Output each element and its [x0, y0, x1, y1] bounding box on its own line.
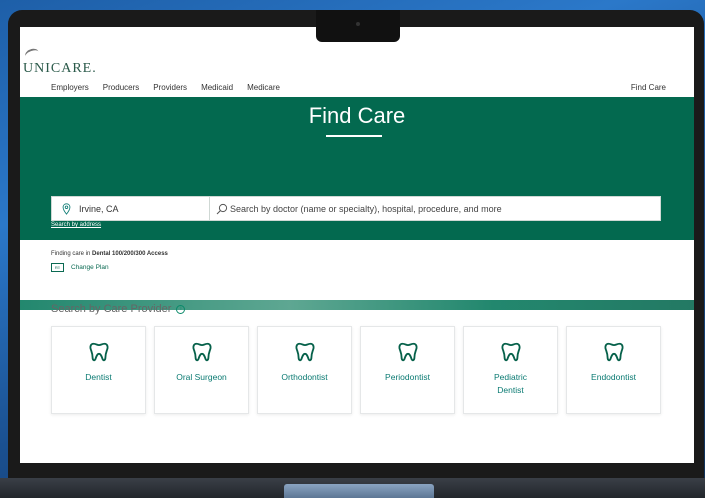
search-placeholder: Search by doctor (name or specialty), ho… [230, 203, 502, 214]
nav-find-care[interactable]: Find Care [631, 83, 666, 92]
tooth-icon [294, 342, 315, 362]
plan-prefix: Finding care in [51, 251, 93, 257]
provider-card-endodontist[interactable]: Endodontist [566, 326, 661, 414]
camera-notch [316, 10, 400, 42]
change-plan-button[interactable]: R≡ Change Plan [51, 263, 109, 272]
tooth-icon [603, 342, 624, 362]
provider-card-periodontist[interactable]: Periodontist [360, 326, 455, 414]
search-input[interactable]: Search by doctor (name or specialty), ho… [210, 197, 660, 220]
location-field[interactable]: Irvine, CA [52, 197, 210, 220]
section-title-text: Search by Care Provider [51, 303, 172, 315]
tooth-icon [500, 342, 521, 362]
search-by-address-link[interactable]: Search by address [51, 222, 101, 228]
browser-screen: UNICARE. Employers Producers Providers M… [20, 27, 694, 463]
provider-label: Endodontist [591, 372, 636, 382]
provider-label: Dentist [85, 372, 112, 382]
change-plan-label: Change Plan [71, 264, 109, 271]
info-icon[interactable]: i [176, 304, 186, 314]
location-value: Irvine, CA [79, 203, 119, 214]
nav-providers[interactable]: Providers [153, 83, 187, 92]
laptop-base [0, 478, 705, 498]
plan-name: Dental 100/200/300 Access [92, 251, 168, 257]
provider-label: Periodontist [385, 372, 430, 382]
unicare-logo[interactable]: UNICARE. [23, 46, 97, 77]
provider-label: Pediatric Dentist [493, 372, 528, 395]
tooth-icon [191, 342, 212, 362]
nav-employers[interactable]: Employers [51, 83, 89, 92]
logo-text: UNICARE. [23, 61, 97, 76]
provider-card-oral-surgeon[interactable]: Oral Surgeon [154, 326, 249, 414]
nav-medicaid[interactable]: Medicaid [201, 83, 233, 92]
page-title: Find Care [308, 103, 406, 128]
location-pin-icon [62, 202, 71, 215]
title-underline [326, 135, 382, 137]
provider-card-dentist[interactable]: Dentist [51, 326, 146, 414]
logo-swoosh-icon [23, 46, 41, 62]
top-nav: Employers Producers Providers Medicaid M… [51, 83, 666, 92]
nav-medicare[interactable]: Medicare [247, 83, 280, 92]
search-bar: Irvine, CA Search by doctor (name or spe… [51, 196, 661, 221]
section-title: Search by Care Provider i [51, 303, 186, 315]
id-card-icon: R≡ [51, 263, 64, 272]
provider-label: Orthodontist [281, 372, 328, 382]
tooth-icon [397, 342, 418, 362]
provider-card-orthodontist[interactable]: Orthodontist [257, 326, 352, 414]
laptop-edge [694, 40, 704, 480]
nav-producers[interactable]: Producers [103, 83, 139, 92]
provider-card-pediatric-dentist[interactable]: Pediatric Dentist [463, 326, 558, 414]
search-icon [216, 203, 228, 214]
camera-icon [356, 22, 360, 26]
provider-label: Oral Surgeon [176, 372, 227, 382]
laptop-hinge [284, 484, 434, 498]
provider-cards: Dentist Oral Surgeon Orthodontist Period… [51, 326, 661, 414]
tooth-icon [88, 342, 109, 362]
plan-info: Finding care in Dental 100/200/300 Acces… [51, 251, 168, 257]
